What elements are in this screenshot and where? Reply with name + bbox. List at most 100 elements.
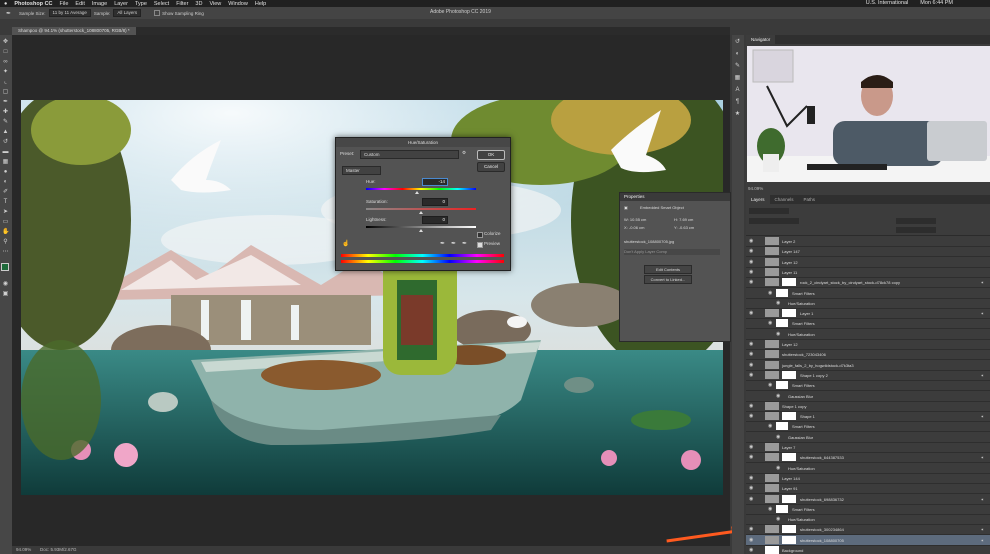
layer-mask-thumbnail[interactable] bbox=[782, 494, 796, 503]
smart-filter-icon[interactable]: ✶ bbox=[981, 527, 984, 532]
smart-filter-icon[interactable]: ✶ bbox=[981, 280, 984, 285]
styles-icon[interactable]: ★ bbox=[734, 111, 741, 118]
navigator-zoom[interactable]: 94.09% bbox=[748, 186, 763, 191]
layer-row[interactable]: ◉ Background bbox=[746, 545, 990, 554]
preset-options-icon[interactable]: ⚙ bbox=[462, 150, 466, 156]
saturation-slider-track[interactable] bbox=[366, 208, 476, 210]
smart-filter-icon[interactable]: ✶ bbox=[981, 455, 984, 460]
pen-tool-icon[interactable]: ✐ bbox=[2, 189, 9, 196]
filter-visibility-icon[interactable]: ◉ bbox=[776, 393, 782, 399]
layer-mask-thumbnail[interactable] bbox=[782, 309, 796, 318]
tab-paths[interactable]: Paths bbox=[799, 195, 821, 204]
filter-mask-thumbnail[interactable] bbox=[776, 422, 788, 431]
prop-y[interactable]: Y: -0.63 cm bbox=[674, 225, 694, 230]
filter-visibility-icon[interactable]: ◉ bbox=[768, 321, 774, 326]
colorize-checkbox[interactable] bbox=[477, 232, 483, 238]
gradient-tool-icon[interactable]: ▦ bbox=[2, 159, 9, 166]
adjustments-icon[interactable]: ◐ bbox=[734, 51, 741, 58]
lasso-tool-icon[interactable]: ∞ bbox=[2, 59, 9, 66]
zoom-tool-icon[interactable]: ⚲ bbox=[2, 239, 9, 246]
visibility-eye-icon[interactable]: ◉ bbox=[749, 445, 755, 450]
menu-file[interactable]: File bbox=[60, 1, 69, 7]
smart-filter-icon[interactable]: ✶ bbox=[981, 538, 984, 543]
swatches-icon[interactable]: ▦ bbox=[734, 75, 741, 82]
menu-window[interactable]: Window bbox=[228, 1, 248, 7]
visibility-eye-icon[interactable]: ◉ bbox=[749, 455, 755, 460]
hue-value[interactable]: -14 bbox=[422, 178, 448, 186]
screen-mode-icon[interactable]: ▣ bbox=[2, 291, 9, 298]
layer-comp-select[interactable]: Don't Apply Layer Comp bbox=[624, 249, 720, 255]
more-tools-icon[interactable]: ⋯ bbox=[2, 249, 9, 256]
type-tool-icon[interactable]: T bbox=[2, 199, 9, 206]
visibility-eye-icon[interactable]: ◉ bbox=[749, 342, 755, 347]
layer-filter-select[interactable] bbox=[749, 208, 789, 214]
hue-slider-track[interactable] bbox=[366, 188, 476, 190]
saturation-value[interactable]: 0 bbox=[422, 198, 448, 206]
visibility-eye-icon[interactable]: ◉ bbox=[749, 269, 755, 275]
crop-tool-icon[interactable]: ⌞ bbox=[2, 79, 9, 86]
filter-visibility-icon[interactable]: ◉ bbox=[776, 434, 782, 440]
convert-linked-button[interactable]: Convert to Linked... bbox=[644, 275, 692, 284]
sample-select[interactable]: All Layers bbox=[113, 9, 142, 17]
eyedropper-icon[interactable]: ✒ bbox=[6, 10, 11, 17]
fill-field[interactable] bbox=[896, 227, 936, 233]
menu-type[interactable]: Type bbox=[135, 1, 147, 7]
blur-tool-icon[interactable]: ● bbox=[2, 169, 9, 176]
opacity-field[interactable] bbox=[896, 218, 936, 224]
navigator-preview[interactable] bbox=[747, 46, 990, 182]
menu-3d[interactable]: 3D bbox=[195, 1, 202, 7]
layer-mask-thumbnail[interactable] bbox=[782, 525, 796, 534]
stamp-tool-icon[interactable]: ▲ bbox=[2, 129, 9, 136]
layer-mask-thumbnail[interactable] bbox=[782, 412, 796, 421]
foreground-color-swatch[interactable] bbox=[1, 263, 9, 271]
eyedropper-tool-icon[interactable]: ✒ bbox=[2, 99, 9, 106]
dodge-tool-icon[interactable]: ◐ bbox=[2, 179, 9, 186]
clock[interactable]: Mon 6:44 PM bbox=[920, 0, 953, 6]
prop-height[interactable]: H: 7.69 cm bbox=[674, 217, 693, 222]
edit-contents-button[interactable]: Edit Contents bbox=[644, 265, 692, 274]
prop-x[interactable]: X: -0.06 cm bbox=[624, 225, 644, 230]
visibility-eye-icon[interactable]: ◉ bbox=[749, 259, 755, 265]
filter-visibility-icon[interactable]: ◉ bbox=[776, 465, 782, 471]
shape-tool-icon[interactable]: ▭ bbox=[2, 219, 9, 226]
layers-list[interactable]: ◉ Layer 2 ◉ Layer 147 ◉ Layer 12 ◉ Layer 11 ◉ roc… bbox=[746, 236, 990, 554]
smart-filter-icon[interactable]: ✶ bbox=[981, 414, 984, 419]
character-icon[interactable]: A bbox=[734, 87, 741, 94]
layer-mask-thumbnail[interactable] bbox=[782, 453, 796, 462]
visibility-eye-icon[interactable]: ◉ bbox=[749, 548, 755, 553]
channel-select[interactable]: Master bbox=[342, 166, 381, 175]
smart-filter-icon[interactable]: ✶ bbox=[981, 311, 984, 316]
lightness-slider-track[interactable] bbox=[366, 226, 476, 228]
menu-view[interactable]: View bbox=[209, 1, 221, 7]
hue-slider-knob[interactable] bbox=[414, 191, 419, 194]
sample-size-select[interactable]: 11 by 11 Average bbox=[48, 9, 91, 17]
menu-layer[interactable]: Layer bbox=[114, 1, 128, 7]
filter-visibility-icon[interactable]: ◉ bbox=[776, 300, 782, 306]
lightness-value[interactable]: 0 bbox=[422, 216, 448, 224]
visibility-eye-icon[interactable]: ◉ bbox=[749, 475, 755, 481]
tab-navigator[interactable]: Navigator bbox=[746, 35, 776, 44]
layer-mask-thumbnail[interactable] bbox=[782, 278, 796, 287]
visibility-eye-icon[interactable]: ◉ bbox=[749, 486, 755, 491]
visibility-eye-icon[interactable]: ◉ bbox=[749, 527, 755, 532]
filter-visibility-icon[interactable]: ◉ bbox=[768, 383, 774, 388]
layer-mask-thumbnail[interactable] bbox=[782, 370, 796, 379]
show-ring-checkbox[interactable] bbox=[154, 10, 161, 16]
document-tab[interactable]: Shampoo @ 94.1% (shutterstock_108800705,… bbox=[12, 27, 136, 35]
visibility-eye-icon[interactable]: ◉ bbox=[749, 249, 755, 254]
menu-select[interactable]: Select bbox=[154, 1, 169, 7]
tab-channels[interactable]: Channels bbox=[770, 195, 799, 204]
filter-visibility-icon[interactable]: ◉ bbox=[768, 290, 774, 296]
filter-visibility-icon[interactable]: ◉ bbox=[768, 506, 774, 512]
brush-settings-icon[interactable]: ✎ bbox=[734, 63, 741, 70]
history-icon[interactable]: ↺ bbox=[734, 39, 741, 46]
hand-tool-icon[interactable]: ✋ bbox=[2, 229, 9, 236]
eyedropper-plus-icon[interactable]: ✒ bbox=[451, 240, 456, 247]
filter-mask-thumbnail[interactable] bbox=[776, 381, 788, 390]
visibility-eye-icon[interactable]: ◉ bbox=[749, 352, 755, 357]
visibility-eye-icon[interactable]: ◉ bbox=[749, 239, 755, 244]
move-tool-icon[interactable]: ✥ bbox=[2, 39, 9, 46]
eraser-tool-icon[interactable]: ▬ bbox=[2, 149, 9, 156]
cancel-button[interactable]: Cancel bbox=[477, 162, 505, 172]
menu-edit[interactable]: Edit bbox=[75, 1, 84, 7]
